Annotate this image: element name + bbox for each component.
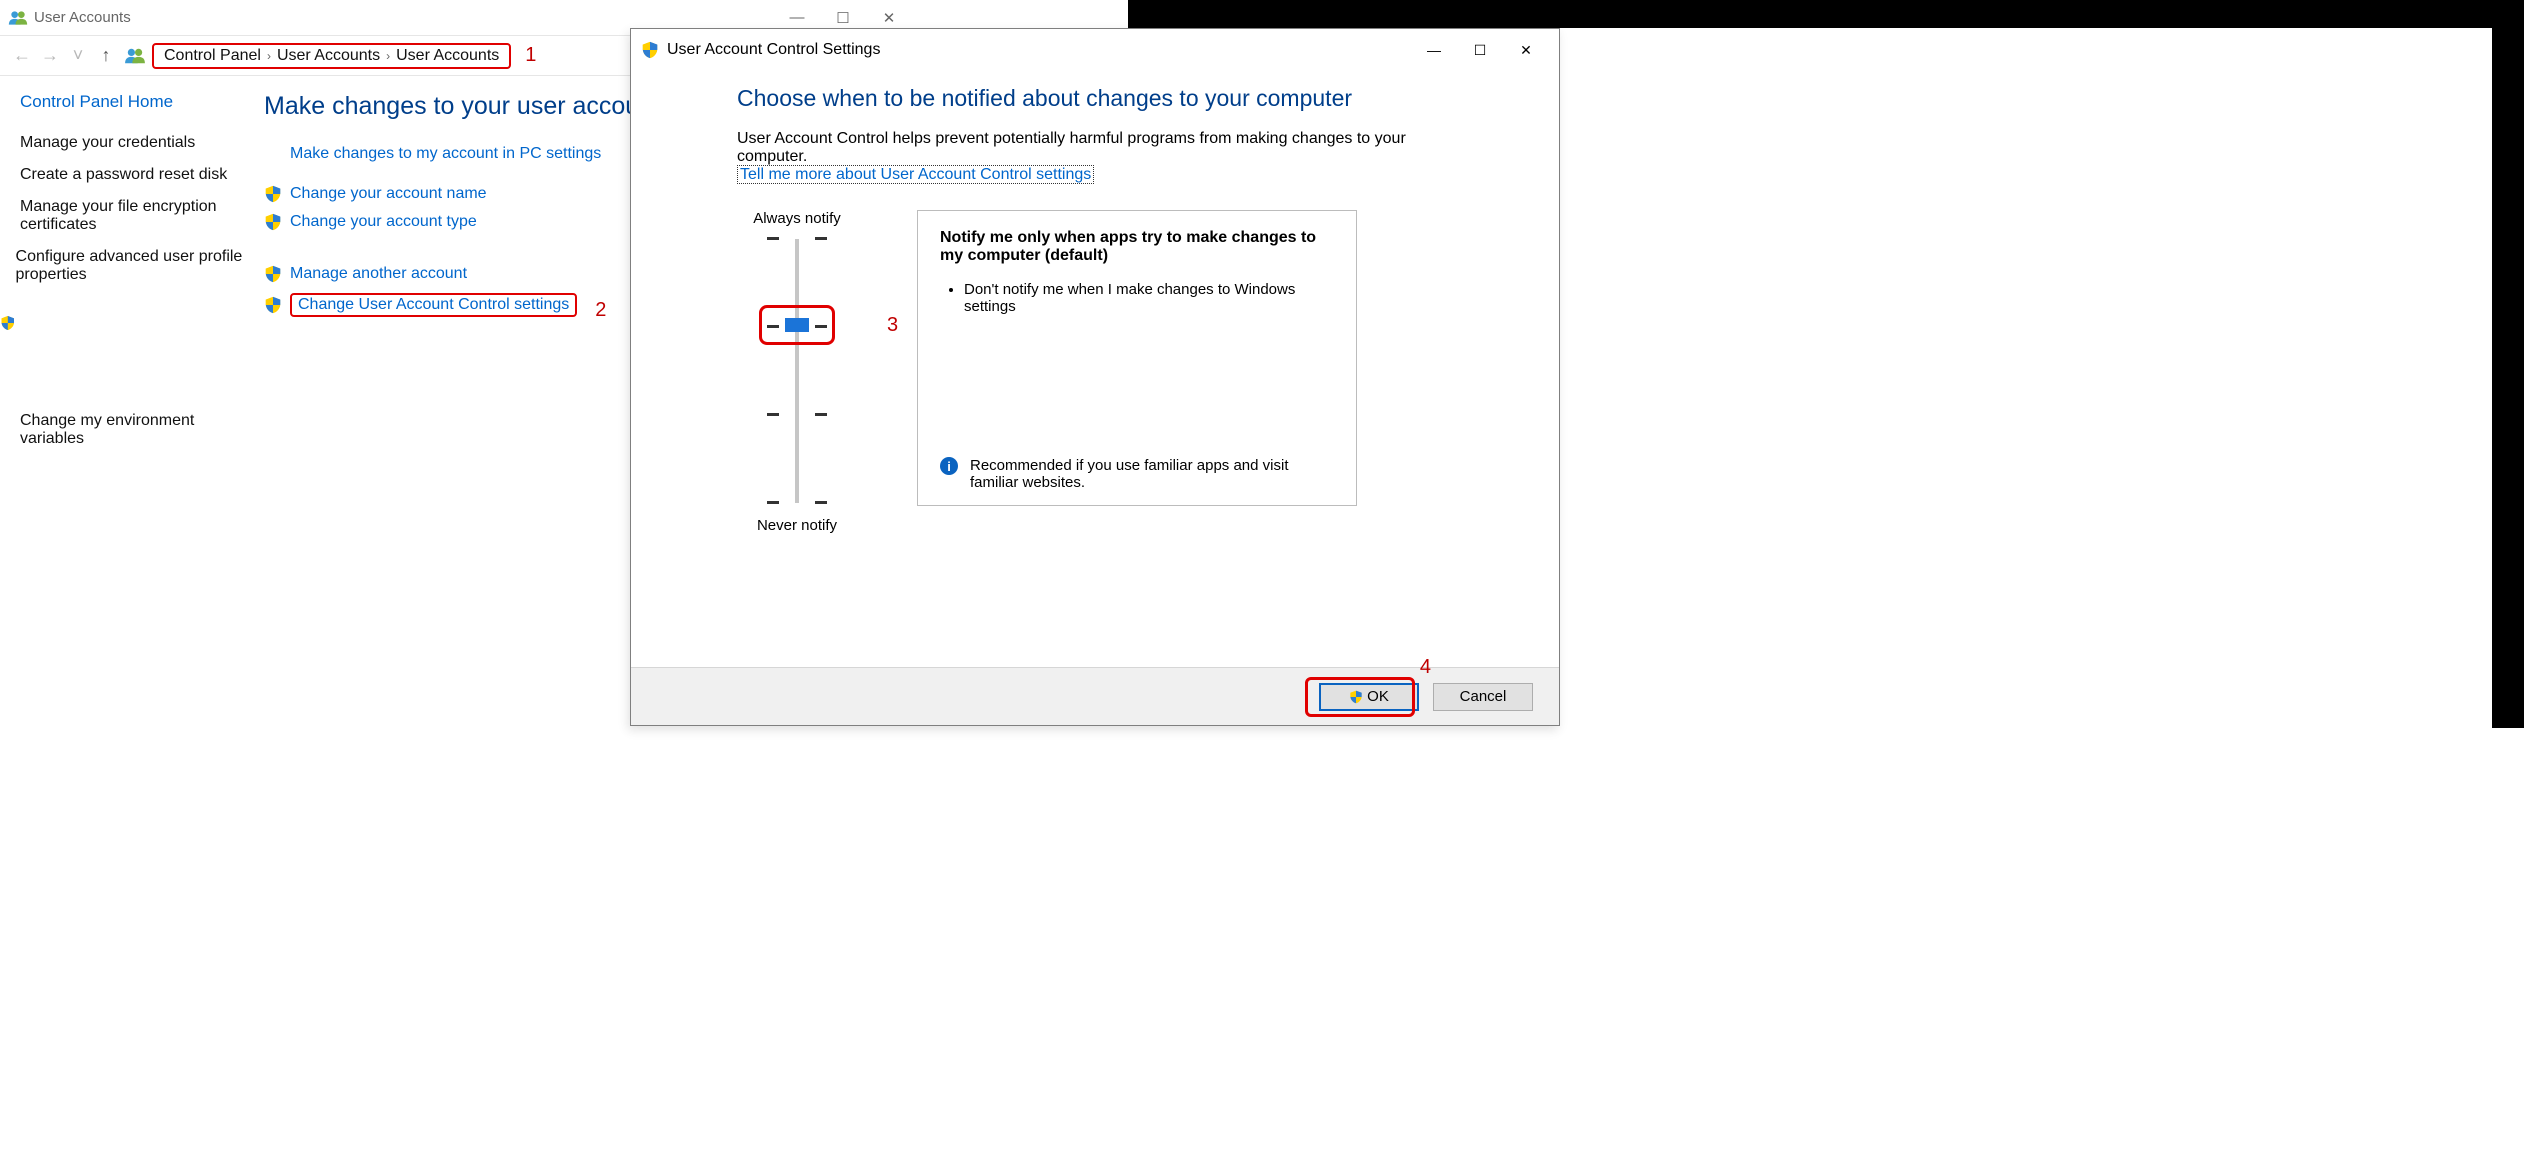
nav-forward-button[interactable]: → bbox=[36, 42, 64, 70]
link-change-uac-settings[interactable]: Change User Account Control settings bbox=[264, 293, 577, 317]
uac-level-bullet: Don't notify me when I make changes to W… bbox=[964, 281, 1334, 315]
people-icon bbox=[124, 47, 146, 65]
shield-icon bbox=[264, 296, 282, 314]
uac-slider-column: Always notify Never notify bbox=[737, 210, 857, 544]
sidebar-link-password-reset[interactable]: Create a password reset disk bbox=[20, 166, 250, 184]
uac-level-description: Notify me only when apps try to make cha… bbox=[917, 210, 1357, 506]
annotation-3: 3 bbox=[887, 314, 898, 337]
breadcrumb-item[interactable]: User Accounts bbox=[396, 47, 499, 65]
shield-icon bbox=[264, 265, 282, 283]
breadcrumb-item[interactable]: Control Panel bbox=[164, 47, 261, 65]
sidebar-link-credentials[interactable]: Manage your credentials bbox=[20, 134, 250, 152]
uac-description: User Account Control helps prevent poten… bbox=[737, 130, 1479, 166]
annotation-box-3 bbox=[759, 305, 835, 345]
people-icon bbox=[8, 9, 28, 27]
background-strip bbox=[1128, 0, 2524, 28]
cp-window-title: User Accounts bbox=[34, 9, 774, 26]
uac-settings-window: User Account Control Settings — ☐ ✕ Choo… bbox=[630, 28, 1560, 726]
annotation-box-4 bbox=[1305, 677, 1415, 717]
maximize-button[interactable]: ☐ bbox=[1457, 34, 1503, 66]
shield-icon bbox=[264, 185, 282, 203]
annotation-4: 4 bbox=[1420, 656, 1431, 679]
minimize-button[interactable]: — bbox=[1411, 34, 1457, 66]
uac-level-recommendation: Recommended if you use familiar apps and… bbox=[970, 457, 1334, 491]
cp-sidebar: Control Panel Home Manage your credentia… bbox=[20, 92, 260, 462]
uac-footer: OK Cancel 4 bbox=[631, 667, 1559, 725]
close-button[interactable]: ✕ bbox=[1503, 34, 1549, 66]
background-strip-right bbox=[2492, 28, 2524, 728]
annotation-2: 2 bbox=[595, 299, 606, 322]
uac-more-info-link[interactable]: Tell me more about User Account Control … bbox=[737, 165, 1094, 184]
sidebar-link-encryption-certs[interactable]: Manage your file encryption certificates bbox=[20, 198, 250, 234]
breadcrumb[interactable]: Control Panel › User Accounts › User Acc… bbox=[152, 43, 511, 69]
nav-history-dropdown[interactable]: ˅ bbox=[64, 42, 92, 70]
shield-icon bbox=[264, 213, 282, 231]
uac-body: Choose when to be notified about changes… bbox=[631, 71, 1559, 665]
info-icon: i bbox=[940, 457, 958, 475]
cancel-button[interactable]: Cancel bbox=[1433, 683, 1533, 711]
uac-slider[interactable] bbox=[767, 237, 827, 505]
slider-label-top: Always notify bbox=[737, 210, 857, 227]
uac-heading: Choose when to be notified about changes… bbox=[737, 85, 1479, 112]
chevron-right-icon: › bbox=[267, 49, 271, 63]
uac-titlebar: User Account Control Settings — ☐ ✕ bbox=[631, 29, 1559, 71]
nav-back-button[interactable]: ← bbox=[8, 42, 36, 70]
uac-level-title: Notify me only when apps try to make cha… bbox=[940, 229, 1334, 265]
sidebar-link-advanced-profile[interactable]: Configure advanced user profile properti… bbox=[20, 248, 250, 398]
breadcrumb-item[interactable]: User Accounts bbox=[277, 47, 380, 65]
nav-up-button[interactable]: ↑ bbox=[92, 42, 120, 70]
slider-label-bottom: Never notify bbox=[737, 517, 857, 534]
annotation-1: 1 bbox=[525, 44, 536, 67]
slider-rail bbox=[795, 239, 799, 503]
uac-window-title: User Account Control Settings bbox=[667, 41, 1411, 59]
shield-icon bbox=[641, 41, 659, 59]
chevron-right-icon: › bbox=[386, 49, 390, 63]
control-panel-home-link[interactable]: Control Panel Home bbox=[20, 92, 250, 112]
sidebar-link-env-vars[interactable]: Change my environment variables bbox=[20, 412, 250, 448]
shield-icon bbox=[0, 248, 16, 398]
